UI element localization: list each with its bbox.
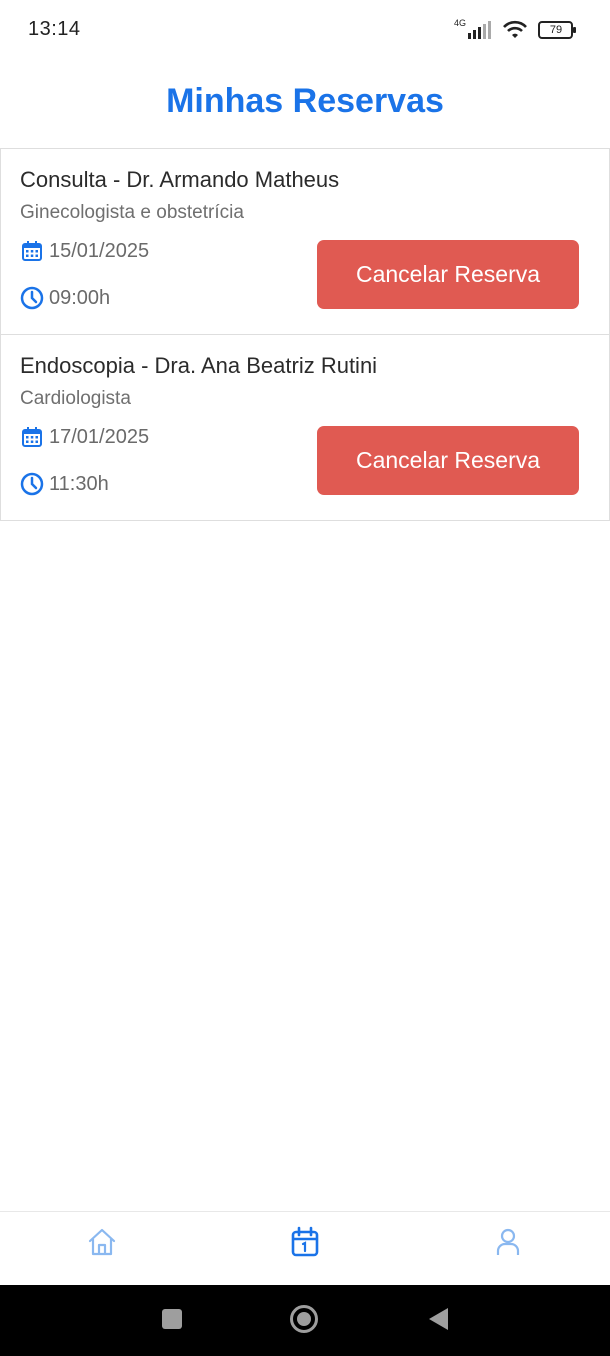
reservation-time: 09:00h	[49, 286, 111, 309]
status-icons: 4G 79	[454, 18, 578, 42]
recent-apps-button[interactable]	[158, 1307, 186, 1335]
reservation-date: 15/01/2025	[49, 239, 150, 262]
clock-icon	[20, 286, 44, 310]
calendar-icon	[289, 1226, 321, 1263]
user-icon	[492, 1226, 524, 1263]
wifi-icon	[502, 20, 528, 40]
reservation-time-row: 09:00h	[20, 286, 110, 310]
cell-signal-icon: 4G	[454, 18, 492, 40]
system-nav-bar	[0, 1285, 610, 1356]
square-icon	[160, 1307, 184, 1336]
reservation-specialty: Cardiologista	[20, 388, 131, 409]
reservation-date-row: 17/01/2025	[20, 425, 149, 449]
circle-icon	[289, 1304, 319, 1339]
page-title: Minhas Reservas	[166, 82, 444, 120]
nav-home[interactable]	[82, 1224, 122, 1264]
bottom-nav	[0, 1211, 610, 1285]
reservation-specialty: Ginecologista e obstetrícia	[20, 202, 244, 223]
nav-profile[interactable]	[488, 1224, 528, 1264]
calendar-icon	[20, 425, 44, 449]
reservation-time: 11:30h	[49, 472, 109, 495]
clock-icon	[20, 472, 44, 496]
nav-reservations[interactable]	[285, 1224, 325, 1264]
status-bar: 13:14 4G 79	[0, 0, 610, 62]
reservation-card: Endoscopia - Dra. Ana Beatriz Rutini Car…	[0, 334, 610, 521]
battery-icon: 79	[538, 20, 578, 40]
calendar-icon	[20, 239, 44, 263]
network-type-label: 4G	[454, 18, 467, 28]
cancel-reservation-button[interactable]: Cancelar Reserva	[317, 426, 579, 495]
back-triangle-icon	[426, 1306, 450, 1337]
reservation-card: Consulta - Dr. Armando Matheus Ginecolog…	[0, 148, 610, 335]
reservation-date-row: 15/01/2025	[20, 239, 149, 263]
system-back-button[interactable]	[424, 1307, 452, 1335]
reservations-list: Consulta - Dr. Armando Matheus Ginecolog…	[0, 148, 610, 521]
reservation-time-row: 11:30h	[20, 472, 109, 496]
status-time: 13:14	[28, 18, 81, 40]
system-home-button[interactable]	[290, 1304, 318, 1335]
reservation-title: Consulta - Dr. Armando Matheus	[20, 167, 340, 192]
reservation-title: Endoscopia - Dra. Ana Beatriz Rutini	[20, 353, 378, 378]
battery-level: 79	[549, 24, 563, 36]
home-icon	[86, 1226, 118, 1263]
cancel-reservation-button[interactable]: Cancelar Reserva	[317, 240, 579, 309]
reservation-date: 17/01/2025	[49, 425, 150, 448]
